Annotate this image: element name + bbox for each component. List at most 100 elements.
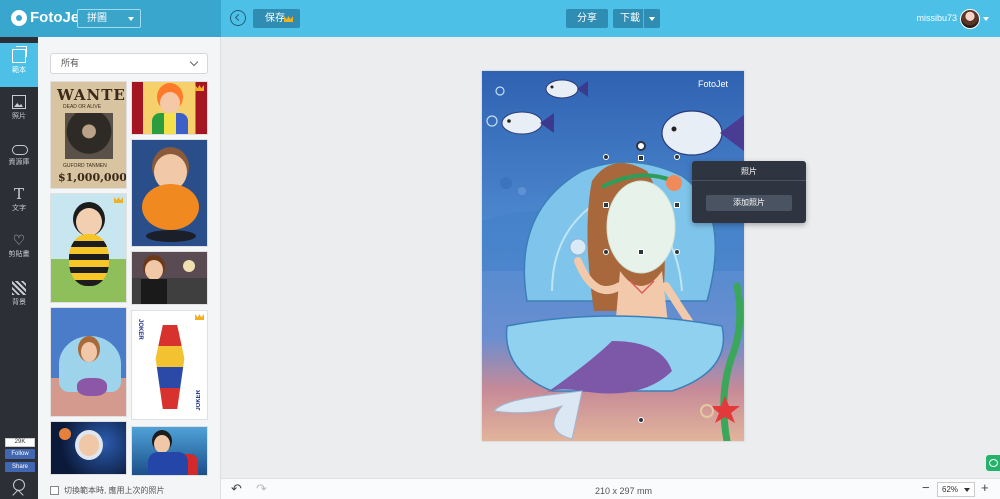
resize-handle[interactable] <box>674 154 680 160</box>
rail-item-templates[interactable]: 範本 <box>0 43 38 87</box>
face-photo-slot[interactable] <box>606 180 676 274</box>
template-thumb-pumpkin[interactable] <box>131 139 208 247</box>
rotate-handle[interactable] <box>636 141 646 151</box>
share-button-label: 分享 <box>577 13 597 24</box>
fotojet-logo-icon <box>11 10 27 26</box>
template-thumb-halloween[interactable] <box>131 251 208 305</box>
fish-icon <box>545 79 588 99</box>
reuse-photos-checkbox[interactable] <box>50 486 59 496</box>
superhero-face <box>154 435 170 453</box>
bee-body <box>69 234 109 286</box>
template-thumb-bee[interactable] <box>50 193 127 303</box>
template-category-select[interactable]: 所有 <box>50 53 208 74</box>
resize-handle[interactable] <box>603 154 609 160</box>
photo-icon <box>12 95 26 109</box>
share-button[interactable]: 分享 <box>566 9 608 28</box>
user-menu-caret-icon[interactable] <box>983 17 989 21</box>
template-thumb-mermaid[interactable] <box>50 307 127 417</box>
bottom-bar: ↶ ↷ 210 x 297 mm − 62% + <box>221 478 1000 499</box>
resize-handle[interactable] <box>638 417 644 423</box>
text-icon: T <box>13 185 24 203</box>
photo-popup-title: 照片 <box>741 167 757 176</box>
facebook-follower-count: 29K <box>5 438 35 447</box>
resize-handle[interactable] <box>603 249 609 255</box>
facebook-follow-button[interactable]: Follow <box>5 449 35 459</box>
template-thumb-wanted[interactable]: WANTED DEAD OR ALIVE GUFORD TANMEN $1,00… <box>50 81 127 189</box>
top-bar: FotoJet 拼圖 保存 分享 下載 missibu73 <box>0 0 1000 37</box>
reuse-photos-option[interactable]: 切換範本時, 應用上次的照片 <box>50 485 164 497</box>
joker-label: JOKER <box>137 319 143 340</box>
halloween-body <box>141 279 167 304</box>
download-button[interactable]: 下載 <box>613 9 660 28</box>
moon-icon <box>183 260 195 272</box>
bubble <box>486 115 498 127</box>
template-thumb-superhero[interactable] <box>131 426 208 476</box>
mermaid-tail <box>77 378 107 396</box>
template-thumb-clown[interactable] <box>131 81 208 135</box>
wanted-name: GUFORD TANMEN <box>63 163 107 169</box>
rail-item-library[interactable]: 資源庫 <box>0 135 38 179</box>
superhero-body <box>148 452 188 475</box>
template-thumb-astronaut[interactable] <box>50 421 127 475</box>
headband-shell <box>666 175 682 191</box>
facebook-share-button[interactable]: Share <box>5 462 35 472</box>
template-category-value: 所有 <box>61 58 80 68</box>
rail-item-label: 文字 <box>12 205 26 212</box>
templates-icon <box>12 46 27 63</box>
redo-icon[interactable]: ↷ <box>256 482 267 496</box>
template-thumb-joker[interactable]: JOKER JOKER <box>131 310 208 420</box>
pumpkin-base <box>146 230 196 242</box>
zoom-select[interactable]: 62% <box>937 482 975 497</box>
rail-item-label: 範本 <box>12 67 26 74</box>
user-name[interactable]: missibu73 <box>916 13 957 23</box>
mode-select[interactable]: 拼圖 <box>77 9 141 28</box>
joker-label-inverted: JOKER <box>196 390 202 411</box>
mode-select-value: 拼圖 <box>87 13 107 24</box>
resize-handle[interactable] <box>603 202 609 208</box>
halloween-face <box>145 260 163 280</box>
user-avatar[interactable] <box>960 9 980 29</box>
design-canvas[interactable]: FotoJet <box>482 71 744 441</box>
crown-icon <box>284 16 293 22</box>
wanted-amount: $1,000,000 <box>58 171 127 184</box>
mermaid-face <box>81 342 97 362</box>
facebook-widget: 29K Follow Share <box>5 438 35 474</box>
settings-icon[interactable] <box>13 479 25 491</box>
back-button[interactable] <box>230 10 246 26</box>
photo-popup: 照片 添加照片 <box>692 161 806 223</box>
rail-item-clipart[interactable]: ♡ 剪貼畫 <box>0 227 38 271</box>
bubble <box>700 404 714 418</box>
add-photo-button[interactable]: 添加照片 <box>706 195 792 211</box>
caret-down-icon <box>964 488 970 492</box>
zoom-value: 62% <box>942 485 959 494</box>
resize-handle[interactable] <box>674 202 680 208</box>
undo-icon[interactable]: ↶ <box>231 482 242 496</box>
watermark: FotoJet <box>697 79 728 89</box>
wanted-photo <box>65 113 113 159</box>
cloud-icon <box>12 141 28 155</box>
rail-item-background[interactable]: 背景 <box>0 275 38 319</box>
photo-popup-divider <box>692 180 806 181</box>
background-icon <box>12 281 26 295</box>
wanted-subtitle: DEAD OR ALIVE <box>63 104 102 110</box>
fish-icon <box>501 111 554 135</box>
resize-handle[interactable] <box>674 249 680 255</box>
crown-icon <box>195 314 204 320</box>
pearl <box>569 238 587 256</box>
chat-help-icon[interactable] <box>986 455 1000 471</box>
joker-figure <box>155 325 185 409</box>
rail-item-text[interactable]: T 文字 <box>0 181 38 225</box>
zoom-out-icon[interactable]: − <box>922 481 930 495</box>
download-options-caret-icon[interactable] <box>649 17 655 21</box>
wanted-title: WANTED <box>57 86 126 104</box>
clown-body <box>152 113 188 134</box>
template-panel: 所有 WANTED DEAD OR ALIVE GUFORD TANMEN $1… <box>38 37 221 499</box>
resize-handle[interactable] <box>638 249 644 255</box>
resize-handle[interactable] <box>638 155 644 161</box>
rail-item-label: 照片 <box>12 113 26 120</box>
bubble <box>495 86 505 96</box>
rail-item-photos[interactable]: 照片 <box>0 89 38 133</box>
rail-item-label: 剪貼畫 <box>8 251 30 258</box>
save-button[interactable]: 保存 <box>253 9 300 28</box>
zoom-in-icon[interactable]: + <box>981 481 989 495</box>
